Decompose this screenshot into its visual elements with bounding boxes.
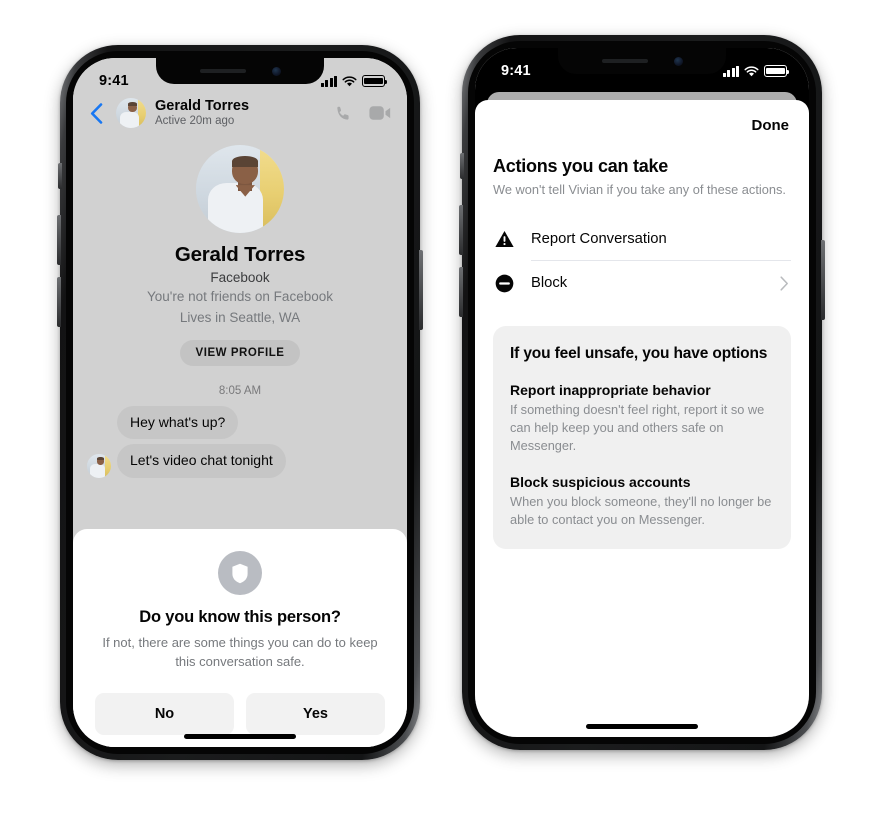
contact-name: Gerald Torres — [155, 98, 250, 114]
volume-up-button-left[interactable] — [57, 215, 61, 265]
message-row: Hey what's up? — [87, 405, 393, 440]
know-person-subtitle: If not, there are some things you can do… — [102, 635, 378, 669]
know-person-buttons: No Yes — [95, 693, 385, 735]
notch-right — [558, 48, 726, 74]
status-icons — [320, 75, 388, 87]
profile-friend-status: You're not friends on Facebook — [147, 288, 333, 304]
profile-source: Facebook — [210, 269, 270, 285]
info-item-heading: Report inappropriate behavior — [510, 382, 711, 399]
actions-section-title: Actions you can take — [493, 156, 669, 176]
yes-button[interactable]: Yes — [246, 693, 385, 735]
block-circle-icon — [495, 274, 513, 293]
chevron-right-icon — [780, 276, 788, 291]
front-camera-icon — [673, 56, 683, 66]
info-card-item: Block suspicious accounts When you block… — [510, 474, 774, 529]
know-person-title: Do you know this person? — [139, 608, 341, 627]
info-item-heading: Block suspicious accounts — [510, 473, 691, 490]
silent-switch-right[interactable] — [460, 153, 464, 179]
profile-avatar[interactable] — [196, 144, 284, 233]
phone-call-icon[interactable] — [334, 104, 353, 123]
phone-right: 9:41 Done Actions you can take We won't … — [459, 35, 825, 750]
volume-down-button-left[interactable] — [57, 277, 61, 327]
wifi-icon — [744, 66, 759, 77]
status-time: 9:41 — [501, 63, 531, 79]
info-card-title: If you feel unsafe, you have options — [510, 344, 768, 362]
power-button-left[interactable] — [419, 250, 423, 330]
no-button[interactable]: No — [95, 693, 234, 735]
block-circle-icon-wrapper — [493, 274, 515, 293]
back-chevron-icon — [90, 103, 102, 124]
info-card-item: Report inappropriate behavior If somethi… — [510, 382, 774, 455]
header-contact-info[interactable]: Gerald Torres Active 20m ago — [155, 98, 325, 129]
volume-down-button-right[interactable] — [459, 267, 463, 317]
know-person-card: Do you know this person? If not, there a… — [73, 529, 407, 747]
message-gutter — [87, 453, 111, 478]
screenshot-stage: 9:41 Gerald Torres Active 20m ago Gerald… — [0, 0, 890, 816]
contact-active-status: Active 20m ago — [155, 115, 235, 128]
back-button[interactable] — [85, 103, 107, 124]
action-row-block[interactable]: Block — [493, 261, 791, 306]
sheet-toolbar: Done — [493, 100, 791, 134]
screen-left: 9:41 Gerald Torres Active 20m ago Gerald… — [73, 58, 407, 747]
chat-body: Gerald Torres Facebook You're not friend… — [73, 135, 407, 529]
earpiece-speaker-icon — [601, 59, 648, 63]
screen-right: 9:41 Done Actions you can take We won't … — [475, 48, 809, 737]
battery-full-icon — [362, 75, 388, 87]
info-item-body: If something doesn't feel right, report … — [510, 402, 765, 454]
action-label: Report Conversation — [531, 230, 667, 247]
volume-up-button-right[interactable] — [459, 205, 463, 255]
warning-triangle-icon — [494, 230, 514, 247]
status-time: 9:41 — [99, 73, 129, 89]
cellular-bars-icon — [722, 65, 739, 77]
action-label: Block — [531, 275, 568, 292]
actions-section-subtitle: We won't tell Vivian if you take any of … — [493, 182, 786, 197]
shield-icon — [232, 563, 248, 583]
actions-list: Report Conversation Block — [493, 217, 791, 306]
phone-left: 9:41 Gerald Torres Active 20m ago Gerald… — [57, 45, 423, 760]
header-avatar[interactable] — [116, 98, 146, 129]
profile-location: Lives in Seattle, WA — [179, 310, 301, 326]
earpiece-speaker-icon — [199, 69, 246, 73]
modal-sheet-screen: 9:41 Done Actions you can take We won't … — [475, 48, 809, 737]
message-bubble[interactable]: Let's video chat tonight — [117, 444, 286, 478]
front-camera-icon — [271, 66, 281, 76]
status-icons — [722, 65, 790, 77]
message-row: Let's video chat tonight — [87, 444, 393, 478]
message-bubble[interactable]: Hey what's up? — [117, 405, 239, 440]
home-indicator-right[interactable] — [586, 724, 698, 729]
view-profile-button[interactable]: VIEW PROFILE — [180, 339, 300, 366]
done-button[interactable]: Done — [752, 117, 790, 134]
info-item-body: When you block someone, they'll no longe… — [510, 493, 772, 527]
wifi-icon — [342, 76, 357, 87]
action-row-report-conversation[interactable]: Report Conversation — [493, 217, 791, 261]
silent-switch-left[interactable] — [58, 163, 62, 189]
header-actions — [334, 104, 391, 123]
shield-icon-wrapper — [218, 551, 262, 596]
actions-sheet: Done Actions you can take We won't tell … — [475, 100, 809, 737]
profile-summary: Gerald Torres Facebook You're not friend… — [87, 135, 393, 366]
warning-triangle-icon-wrapper — [493, 230, 515, 248]
message-avatar[interactable] — [87, 453, 111, 478]
messenger-chat-screen: 9:41 Gerald Torres Active 20m ago Gerald… — [73, 58, 407, 747]
profile-name: Gerald Torres — [174, 242, 306, 266]
power-button-right[interactable] — [821, 240, 825, 320]
battery-full-icon — [764, 65, 790, 77]
cellular-bars-icon — [320, 75, 337, 87]
home-indicator-left[interactable] — [184, 734, 296, 739]
notch-left — [156, 58, 324, 84]
message-timestamp: 8:05 AM — [218, 384, 262, 397]
video-camera-icon[interactable] — [369, 105, 391, 121]
safety-info-card: If you feel unsafe, you have options Rep… — [493, 325, 791, 549]
